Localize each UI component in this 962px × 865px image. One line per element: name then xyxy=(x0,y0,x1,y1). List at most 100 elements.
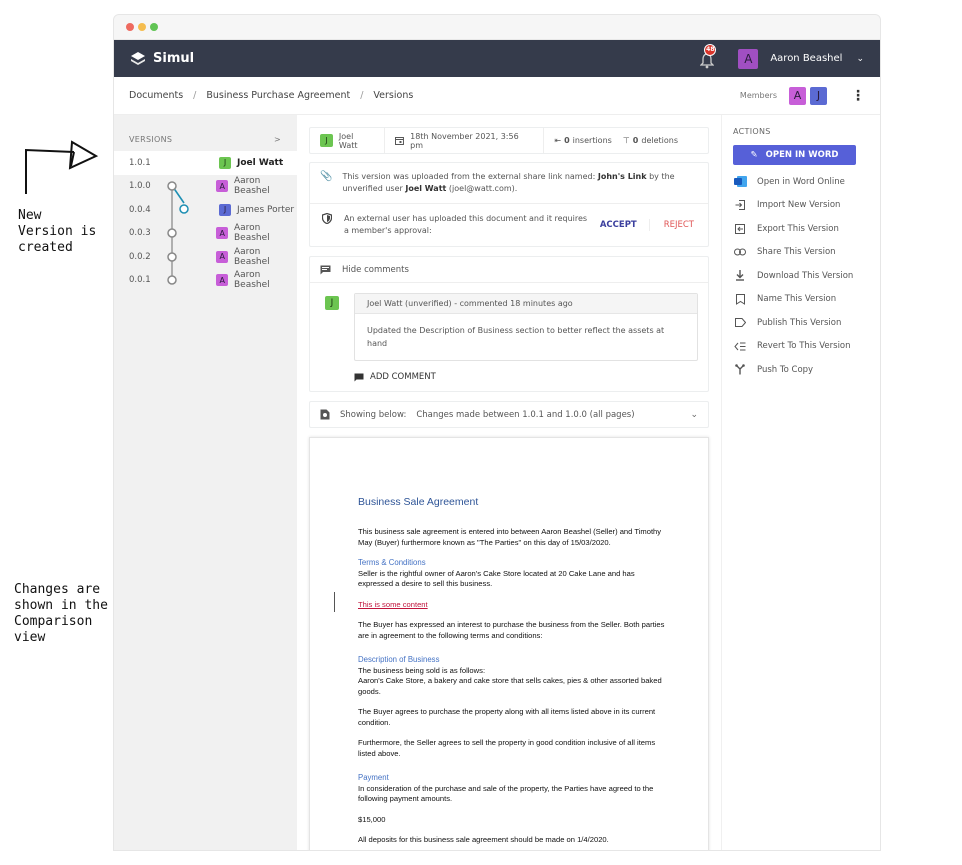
insertions-label: insertions xyxy=(572,136,612,145)
deletions-count: 0 xyxy=(632,136,639,145)
add-comment-button[interactable]: ADD COMMENT xyxy=(354,369,698,385)
document-comparison-view[interactable]: Business Sale Agreement This business sa… xyxy=(309,437,709,850)
breadcrumb-separator: / xyxy=(360,90,364,101)
action-share-this-version[interactable]: Share This Version xyxy=(733,241,880,265)
member-avatar[interactable]: A xyxy=(789,86,806,105)
action-name-this-version[interactable]: Name This Version xyxy=(733,288,880,312)
version-detail: J Joel Watt 18th November 2021, 3:56 pm … xyxy=(297,115,721,850)
version-row[interactable]: 1.0.0 A Aaron Beashel xyxy=(114,175,297,199)
notification-badge: 48 xyxy=(704,43,717,56)
chevron-down-icon[interactable]: ⌄ xyxy=(856,54,864,64)
notifications-button[interactable]: 48 xyxy=(700,43,718,68)
maximize-window-dot[interactable] xyxy=(150,23,158,31)
member-avatar[interactable]: J xyxy=(810,86,827,105)
version-author-avatar: J xyxy=(219,156,231,169)
approval-row: An external user has uploaded this docum… xyxy=(310,204,708,246)
breadcrumb-documents[interactable]: Documents xyxy=(129,90,183,101)
author-name: Joel Watt xyxy=(338,131,358,150)
version-row[interactable]: 0.0.4 J James Porter xyxy=(114,198,297,222)
action-open-word-online[interactable]: Open in Word Online xyxy=(733,170,880,194)
doc-paragraph: Seller is the rightful owner of Aaron's … xyxy=(358,568,635,589)
doc-line: Aaron's Cake Store, a bakery and cake st… xyxy=(358,676,662,696)
comment-text: Updated the Description of Business sect… xyxy=(367,326,665,348)
user-avatar[interactable]: A xyxy=(738,48,759,69)
version-author-avatar: A xyxy=(216,227,228,240)
version-row[interactable]: 0.0.1 A Aaron Beashel xyxy=(114,269,297,293)
add-comment-label: ADD COMMENT xyxy=(370,372,436,382)
action-label: Push To Copy xyxy=(757,364,814,375)
breadcrumb: Documents / Business Purchase Agreement … xyxy=(114,77,880,115)
action-export-this-version[interactable]: Export This Version xyxy=(733,217,880,241)
reject-button[interactable]: REJECT xyxy=(650,219,698,231)
close-window-dot[interactable] xyxy=(126,23,134,31)
window-titlebar xyxy=(114,15,880,40)
doc-heading: Description of Business xyxy=(358,655,440,664)
calendar-icon xyxy=(395,137,405,145)
versions-sidebar: VERSIONS > 1.0.1 J Joel Watt 1.0.0 A Aar… xyxy=(114,115,297,850)
comment-header: Joel Watt (unverified) - commented 18 mi… xyxy=(355,294,697,314)
breadcrumb-versions[interactable]: Versions xyxy=(373,90,413,101)
action-label: Name This Version xyxy=(757,294,837,305)
breadcrumb-document[interactable]: Business Purchase Agreement xyxy=(206,90,350,101)
showing-label: Showing below: xyxy=(340,409,407,420)
bookmark-icon xyxy=(733,293,747,305)
action-label: Share This Version xyxy=(757,247,836,258)
export-icon xyxy=(733,223,747,234)
versions-title: VERSIONS xyxy=(129,134,173,144)
doc-paragraph: This business sale agreement is entered … xyxy=(358,527,662,547)
version-meta-bar: J Joel Watt 18th November 2021, 3:56 pm … xyxy=(309,127,709,154)
layers-logo-icon xyxy=(131,51,145,65)
expand-sidebar-icon[interactable]: > xyxy=(274,135,281,144)
doc-paragraph: The Buyer has expressed an interest to p… xyxy=(358,620,665,640)
doc-paragraph: In consideration of the purchase and sal… xyxy=(358,783,654,804)
action-push-to-copy[interactable]: Push To Copy xyxy=(733,358,880,382)
annotation-new-version: New Version is created xyxy=(18,140,113,256)
version-row[interactable]: 0.0.2 A Aaron Beashel xyxy=(114,245,297,269)
version-author: Aaron Beashel xyxy=(234,223,270,244)
uploader-name: Joel Watt xyxy=(405,184,447,193)
link-icon xyxy=(733,248,747,256)
comment-icon xyxy=(320,265,331,274)
actions-title: ACTIONS xyxy=(733,127,771,136)
members-label: Members xyxy=(739,91,777,100)
version-row[interactable]: 0.0.3 A Aaron Beashel xyxy=(114,222,297,246)
hand-drawn-arrow-icon xyxy=(25,140,99,194)
version-author-avatar: A xyxy=(216,250,228,263)
minimize-window-dot[interactable] xyxy=(138,23,146,31)
version-author-avatar: J xyxy=(219,203,231,216)
user-name[interactable]: Aaron Beashel xyxy=(770,53,842,64)
actions-panel: ACTIONS ✎ OPEN IN WORD Open in Word Onli… xyxy=(721,115,880,850)
comment-add-icon xyxy=(354,373,364,381)
paperclip-icon: 📎 xyxy=(320,171,333,182)
action-import-new-version[interactable]: Import New Version xyxy=(733,194,880,218)
doc-title: Business Sale Agreement xyxy=(358,496,479,508)
action-download-this-version[interactable]: Download This Version xyxy=(733,264,880,288)
action-revert-to-this-version[interactable]: Revert To This Version xyxy=(733,335,880,359)
download-icon xyxy=(733,270,747,281)
version-row[interactable]: 1.0.1 J Joel Watt xyxy=(114,151,297,175)
version-list: 1.0.1 J Joel Watt 1.0.0 A Aaron Beashel … xyxy=(114,151,297,292)
action-publish-this-version[interactable]: Publish This Version xyxy=(733,311,880,335)
action-label: Import New Version xyxy=(757,200,841,211)
brand-name: Simul xyxy=(153,51,195,66)
comparison-selector[interactable]: Showing below: Changes made between 1.0.… xyxy=(309,401,709,428)
more-options-icon[interactable]: ⋮ xyxy=(851,88,865,104)
upload-info-text: This version was uploaded from the exter… xyxy=(342,172,598,181)
hide-comments-toggle[interactable]: Hide comments xyxy=(310,257,708,283)
chevron-down-icon[interactable]: ⌄ xyxy=(690,410,698,420)
open-in-word-button[interactable]: ✎ OPEN IN WORD xyxy=(733,145,856,165)
change-marker xyxy=(334,592,335,612)
version-author: Aaron Beashel xyxy=(234,176,270,197)
doc-inserted-text: This is some content xyxy=(358,599,428,609)
brand-logo[interactable]: Simul xyxy=(130,51,194,67)
uploader-email: (joel@watt.com). xyxy=(446,184,518,193)
approval-text: An external user has uploaded this docum… xyxy=(343,214,588,235)
insertions-count: 0 xyxy=(564,136,570,145)
doc-heading: Terms & Conditions xyxy=(358,558,426,567)
breadcrumb-separator: / xyxy=(193,90,197,101)
action-label: Revert To This Version xyxy=(757,341,851,352)
action-label: Export This Version xyxy=(757,223,839,234)
accept-button[interactable]: ACCEPT xyxy=(588,219,650,231)
doc-paragraph: The Buyer agrees to purchase the propert… xyxy=(358,707,656,727)
action-label: Publish This Version xyxy=(757,317,842,328)
